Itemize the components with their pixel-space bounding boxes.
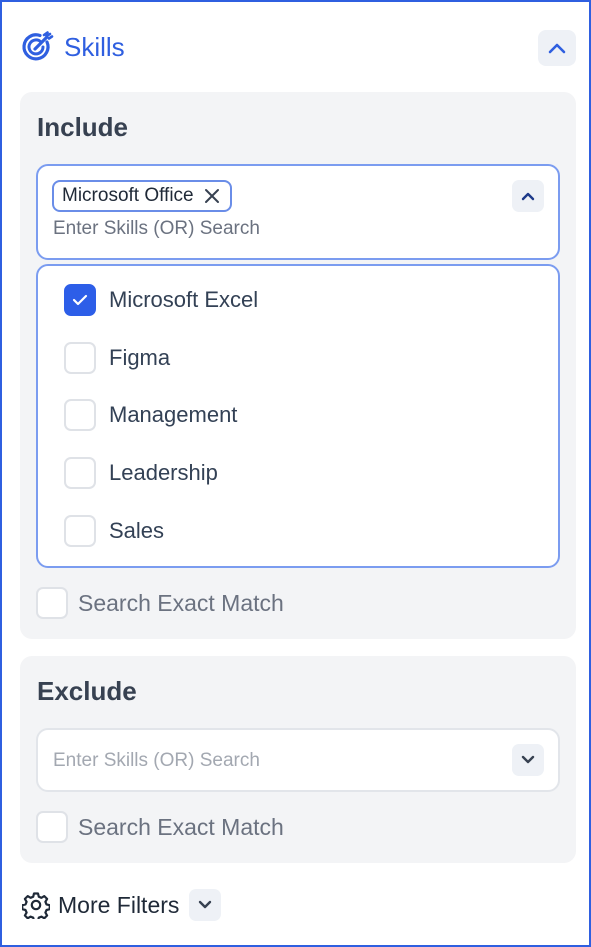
- include-skills-input[interactable]: Microsoft Office Enter Skills (OR) Searc…: [36, 164, 560, 260]
- chevron-up-icon: [521, 192, 535, 201]
- skills-filter-panel: Skills Include Microsoft Office Enter Sk…: [0, 0, 591, 947]
- exclude-placeholder: Enter Skills (OR) Search: [53, 750, 260, 771]
- chevron-down-icon: [199, 900, 212, 909]
- more-filters-toggle[interactable]: [189, 889, 222, 921]
- gear-icon: [22, 892, 50, 919]
- skills-header[interactable]: Skills: [20, 28, 576, 68]
- include-exact-match[interactable]: Search Exact Match: [36, 587, 284, 619]
- include-placeholder: Enter Skills (OR) Search: [53, 218, 260, 239]
- skills-target-icon: [22, 31, 54, 61]
- skill-option[interactable]: Figma: [64, 341, 170, 375]
- exclude-skills-input[interactable]: Enter Skills (OR) Search: [36, 728, 560, 792]
- exclude-exact-match[interactable]: Search Exact Match: [36, 811, 284, 843]
- checkbox[interactable]: [64, 515, 96, 547]
- exact-match-label: Search Exact Match: [78, 813, 284, 840]
- skill-option-label: Management: [109, 402, 238, 427]
- more-filters-label: More Filters: [58, 891, 180, 918]
- include-section: Include Microsoft Office Enter Skills (O…: [20, 92, 576, 639]
- checkbox[interactable]: [64, 399, 96, 431]
- skills-title: Skills: [64, 32, 125, 62]
- skill-option-label: Sales: [109, 518, 165, 543]
- exclude-title: Exclude: [37, 676, 137, 706]
- skill-option[interactable]: Sales: [64, 514, 164, 548]
- chevron-up-icon: [548, 43, 566, 54]
- close-icon[interactable]: [204, 188, 220, 204]
- skill-chip-label: Microsoft Office: [62, 185, 194, 206]
- chevron-down-icon: [521, 755, 535, 764]
- skill-option-label: Microsoft Excel: [109, 287, 259, 312]
- exclude-section: Exclude Enter Skills (OR) Search Search …: [20, 656, 576, 863]
- exact-match-label: Search Exact Match: [78, 589, 284, 616]
- exclude-dropdown-toggle[interactable]: [512, 744, 544, 776]
- more-filters-button[interactable]: More Filters: [22, 889, 222, 921]
- skill-option[interactable]: Leadership: [64, 456, 218, 490]
- include-dropdown-toggle[interactable]: [512, 180, 544, 212]
- skills-dropdown-list: Microsoft Excel Figma Management Leaders…: [36, 264, 560, 568]
- checkbox[interactable]: [64, 457, 96, 489]
- collapse-button[interactable]: [538, 30, 576, 66]
- checkbox[interactable]: [64, 284, 96, 316]
- exact-match-checkbox[interactable]: [36, 587, 68, 619]
- exact-match-checkbox[interactable]: [36, 811, 68, 843]
- checkmark-icon: [72, 294, 88, 306]
- skill-option-label: Leadership: [109, 460, 218, 485]
- include-title: Include: [37, 112, 129, 142]
- skill-option[interactable]: Management: [64, 398, 237, 432]
- skill-option-label: Figma: [109, 345, 171, 370]
- skill-chip: Microsoft Office: [52, 180, 232, 212]
- skill-option[interactable]: Microsoft Excel: [64, 283, 258, 317]
- checkbox[interactable]: [64, 342, 96, 374]
